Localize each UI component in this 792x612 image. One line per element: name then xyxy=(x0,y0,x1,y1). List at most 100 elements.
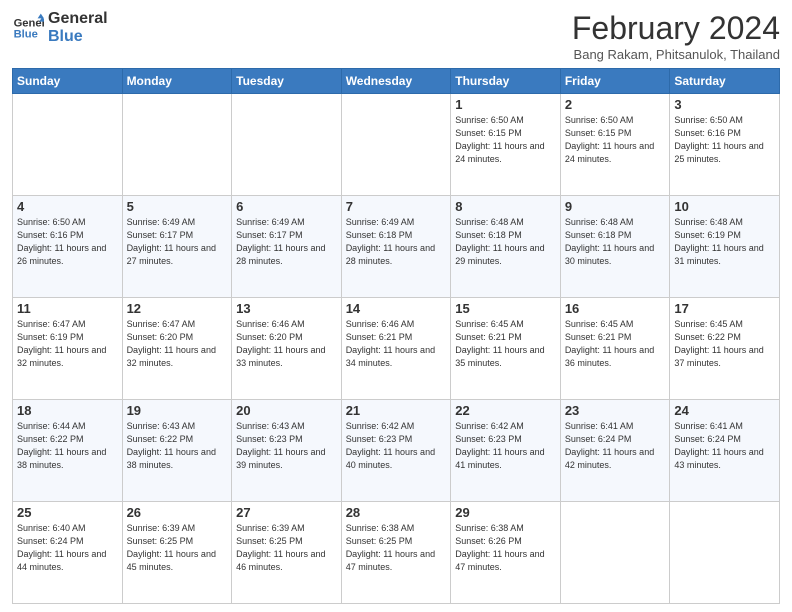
day-number: 23 xyxy=(565,403,666,418)
page: General Blue General Blue February 2024 … xyxy=(0,0,792,612)
calendar-cell: 3Sunrise: 6:50 AM Sunset: 6:16 PM Daylig… xyxy=(670,94,780,196)
calendar-cell: 11 Sunrise: 6:47 AM Sunset: 6:19 PM Dayli… xyxy=(13,298,123,400)
day-number: 24 xyxy=(674,403,775,418)
day-info: Sunrise: 6:48 AM Sunset: 6:19 PM Dayligh… xyxy=(674,216,775,268)
calendar-cell xyxy=(232,94,342,196)
day-number: 13 xyxy=(236,301,337,316)
day-info: Sunrise: 6:50 AM Sunset: 6:15 PM Dayligh… xyxy=(455,114,556,166)
calendar-cell xyxy=(122,94,232,196)
calendar-cell: 14 Sunrise: 6:46 AM Sunset: 6:21 PM Dayli… xyxy=(341,298,451,400)
day-number: 6 xyxy=(236,199,337,214)
logo-general: General xyxy=(48,10,108,28)
calendar-cell: 4 Sunrise: 6:50 AM Sunset: 6:16 PM Daylig… xyxy=(13,196,123,298)
day-info: Sunrise: 6:40 AM Sunset: 6:24 PM Dayligh… xyxy=(17,522,118,574)
day-number: 11 xyxy=(17,301,118,316)
day-info: Sunrise: 6:38 AM Sunset: 6:26 PM Dayligh… xyxy=(455,522,556,574)
calendar-table: SundayMondayTuesdayWednesdayThursdayFrid… xyxy=(12,68,780,604)
day-number: 16 xyxy=(565,301,666,316)
day-number: 7 xyxy=(346,199,447,214)
day-info: Sunrise: 6:49 AM Sunset: 6:17 PM Dayligh… xyxy=(236,216,337,268)
day-info: Sunrise: 6:41 AM Sunset: 6:24 PM Dayligh… xyxy=(674,420,775,472)
week-row-0: 1 Sunrise: 6:50 AM Sunset: 6:15 PM Daylig… xyxy=(13,94,780,196)
weekday-tuesday: Tuesday xyxy=(232,69,342,94)
calendar-cell: 6 Sunrise: 6:49 AM Sunset: 6:17 PM Daylig… xyxy=(232,196,342,298)
day-number: 9 xyxy=(565,199,666,214)
weekday-sunday: Sunday xyxy=(13,69,123,94)
day-number: 26 xyxy=(127,505,228,520)
day-info: Sunrise: 6:50 AM Sunset: 6:15 PM Dayligh… xyxy=(565,114,666,166)
weekday-wednesday: Wednesday xyxy=(341,69,451,94)
day-number: 1 xyxy=(455,97,556,112)
calendar-cell: 28 Sunrise: 6:38 AM Sunset: 6:25 PM Dayli… xyxy=(341,502,451,604)
day-number: 25 xyxy=(17,505,118,520)
calendar-cell: 27Sunrise: 6:39 AM Sunset: 6:25 PM Dayli… xyxy=(232,502,342,604)
svg-text:General: General xyxy=(14,17,44,29)
day-info: Sunrise: 6:45 AM Sunset: 6:22 PM Dayligh… xyxy=(674,318,775,370)
logo: General Blue General Blue xyxy=(12,10,108,45)
calendar-cell xyxy=(670,502,780,604)
day-info: Sunrise: 6:49 AM Sunset: 6:17 PM Dayligh… xyxy=(127,216,228,268)
calendar-cell: 2 Sunrise: 6:50 AM Sunset: 6:15 PM Daylig… xyxy=(560,94,670,196)
calendar-cell: 17 Sunrise: 6:45 AM Sunset: 6:22 PM Dayli… xyxy=(670,298,780,400)
day-number: 14 xyxy=(346,301,447,316)
calendar-cell: 10 Sunrise: 6:48 AM Sunset: 6:19 PM Dayli… xyxy=(670,196,780,298)
day-info: Sunrise: 6:46 AM Sunset: 6:21 PM Dayligh… xyxy=(346,318,447,370)
weekday-header-row: SundayMondayTuesdayWednesdayThursdayFrid… xyxy=(13,69,780,94)
day-number: 17 xyxy=(674,301,775,316)
day-info: Sunrise: 6:47 AM Sunset: 6:19 PM Dayligh… xyxy=(17,318,118,370)
weekday-thursday: Thursday xyxy=(451,69,561,94)
day-info: Sunrise: 6:50 AM Sunset: 6:16 PM Dayligh… xyxy=(17,216,118,268)
title-area: February 2024 Bang Rakam, Phitsanulok, T… xyxy=(572,10,780,62)
day-number: 2 xyxy=(565,97,666,112)
day-info: Sunrise: 6:48 AM Sunset: 6:18 PM Dayligh… xyxy=(565,216,666,268)
calendar-cell xyxy=(341,94,451,196)
week-row-1: 4 Sunrise: 6:50 AM Sunset: 6:16 PM Daylig… xyxy=(13,196,780,298)
header: General Blue General Blue February 2024 … xyxy=(12,10,780,62)
calendar-cell: 18Sunrise: 6:44 AM Sunset: 6:22 PM Dayli… xyxy=(13,400,123,502)
day-number: 28 xyxy=(346,505,447,520)
month-title: February 2024 xyxy=(572,10,780,47)
day-info: Sunrise: 6:41 AM Sunset: 6:24 PM Dayligh… xyxy=(565,420,666,472)
day-number: 8 xyxy=(455,199,556,214)
calendar-cell: 26 Sunrise: 6:39 AM Sunset: 6:25 PM Dayli… xyxy=(122,502,232,604)
day-info: Sunrise: 6:48 AM Sunset: 6:18 PM Dayligh… xyxy=(455,216,556,268)
calendar-cell: 16 Sunrise: 6:45 AM Sunset: 6:21 PM Dayli… xyxy=(560,298,670,400)
day-number: 5 xyxy=(127,199,228,214)
day-number: 22 xyxy=(455,403,556,418)
logo-icon: General Blue xyxy=(12,12,44,44)
calendar-cell: 21Sunrise: 6:42 AM Sunset: 6:23 PM Dayli… xyxy=(341,400,451,502)
day-number: 4 xyxy=(17,199,118,214)
calendar-cell: 9 Sunrise: 6:48 AM Sunset: 6:18 PM Daylig… xyxy=(560,196,670,298)
calendar-cell: 19 Sunrise: 6:43 AM Sunset: 6:22 PM Dayli… xyxy=(122,400,232,502)
calendar-cell xyxy=(560,502,670,604)
day-number: 19 xyxy=(127,403,228,418)
calendar-cell: 22Sunrise: 6:42 AM Sunset: 6:23 PM Dayli… xyxy=(451,400,561,502)
calendar-cell: 29 Sunrise: 6:38 AM Sunset: 6:26 PM Dayli… xyxy=(451,502,561,604)
calendar-cell: 13Sunrise: 6:46 AM Sunset: 6:20 PM Dayli… xyxy=(232,298,342,400)
day-info: Sunrise: 6:43 AM Sunset: 6:23 PM Dayligh… xyxy=(236,420,337,472)
calendar-cell: 24 Sunrise: 6:41 AM Sunset: 6:24 PM Dayli… xyxy=(670,400,780,502)
day-info: Sunrise: 6:45 AM Sunset: 6:21 PM Dayligh… xyxy=(565,318,666,370)
day-info: Sunrise: 6:39 AM Sunset: 6:25 PM Dayligh… xyxy=(127,522,228,574)
day-info: Sunrise: 6:50 AM Sunset: 6:16 PM Dayligh… xyxy=(674,114,775,166)
day-number: 10 xyxy=(674,199,775,214)
day-info: Sunrise: 6:43 AM Sunset: 6:22 PM Dayligh… xyxy=(127,420,228,472)
calendar-cell: 7 Sunrise: 6:49 AM Sunset: 6:18 PM Daylig… xyxy=(341,196,451,298)
day-number: 21 xyxy=(346,403,447,418)
calendar-cell: 1 Sunrise: 6:50 AM Sunset: 6:15 PM Daylig… xyxy=(451,94,561,196)
calendar-cell: 20 Sunrise: 6:43 AM Sunset: 6:23 PM Dayli… xyxy=(232,400,342,502)
week-row-4: 25 Sunrise: 6:40 AM Sunset: 6:24 PM Dayli… xyxy=(13,502,780,604)
calendar-cell xyxy=(13,94,123,196)
calendar-cell: 8 Sunrise: 6:48 AM Sunset: 6:18 PM Daylig… xyxy=(451,196,561,298)
day-info: Sunrise: 6:45 AM Sunset: 6:21 PM Dayligh… xyxy=(455,318,556,370)
day-info: Sunrise: 6:38 AM Sunset: 6:25 PM Dayligh… xyxy=(346,522,447,574)
calendar-cell: 25 Sunrise: 6:40 AM Sunset: 6:24 PM Dayli… xyxy=(13,502,123,604)
day-number: 20 xyxy=(236,403,337,418)
weekday-friday: Friday xyxy=(560,69,670,94)
day-number: 15 xyxy=(455,301,556,316)
day-number: 29 xyxy=(455,505,556,520)
day-info: Sunrise: 6:49 AM Sunset: 6:18 PM Dayligh… xyxy=(346,216,447,268)
week-row-2: 11 Sunrise: 6:47 AM Sunset: 6:19 PM Dayli… xyxy=(13,298,780,400)
day-info: Sunrise: 6:47 AM Sunset: 6:20 PM Dayligh… xyxy=(127,318,228,370)
location: Bang Rakam, Phitsanulok, Thailand xyxy=(572,47,780,62)
